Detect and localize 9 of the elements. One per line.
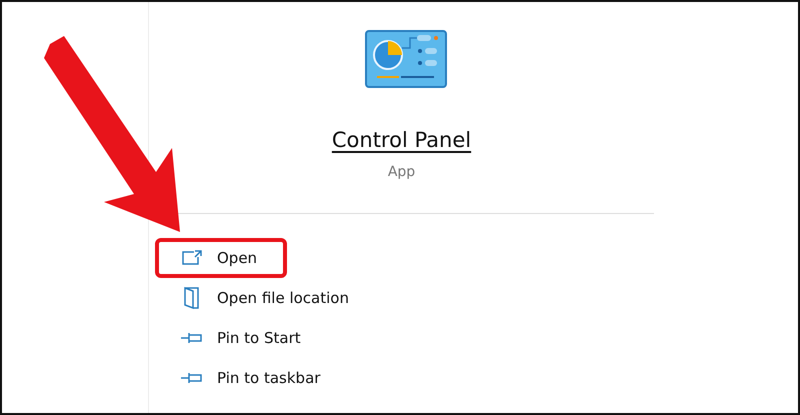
app-title-link[interactable]: Control Panel [332, 128, 472, 152]
menu-item[interactable]: Open [155, 238, 287, 278]
open-icon [181, 250, 203, 266]
pin-icon [181, 372, 203, 384]
menu-item[interactable]: Open file location [155, 278, 415, 318]
menu-item[interactable]: Pin to Start [155, 318, 415, 358]
app-type-label: App [388, 164, 416, 180]
pin-icon [181, 332, 203, 344]
menu-item[interactable]: Pin to taskbar [155, 358, 415, 398]
